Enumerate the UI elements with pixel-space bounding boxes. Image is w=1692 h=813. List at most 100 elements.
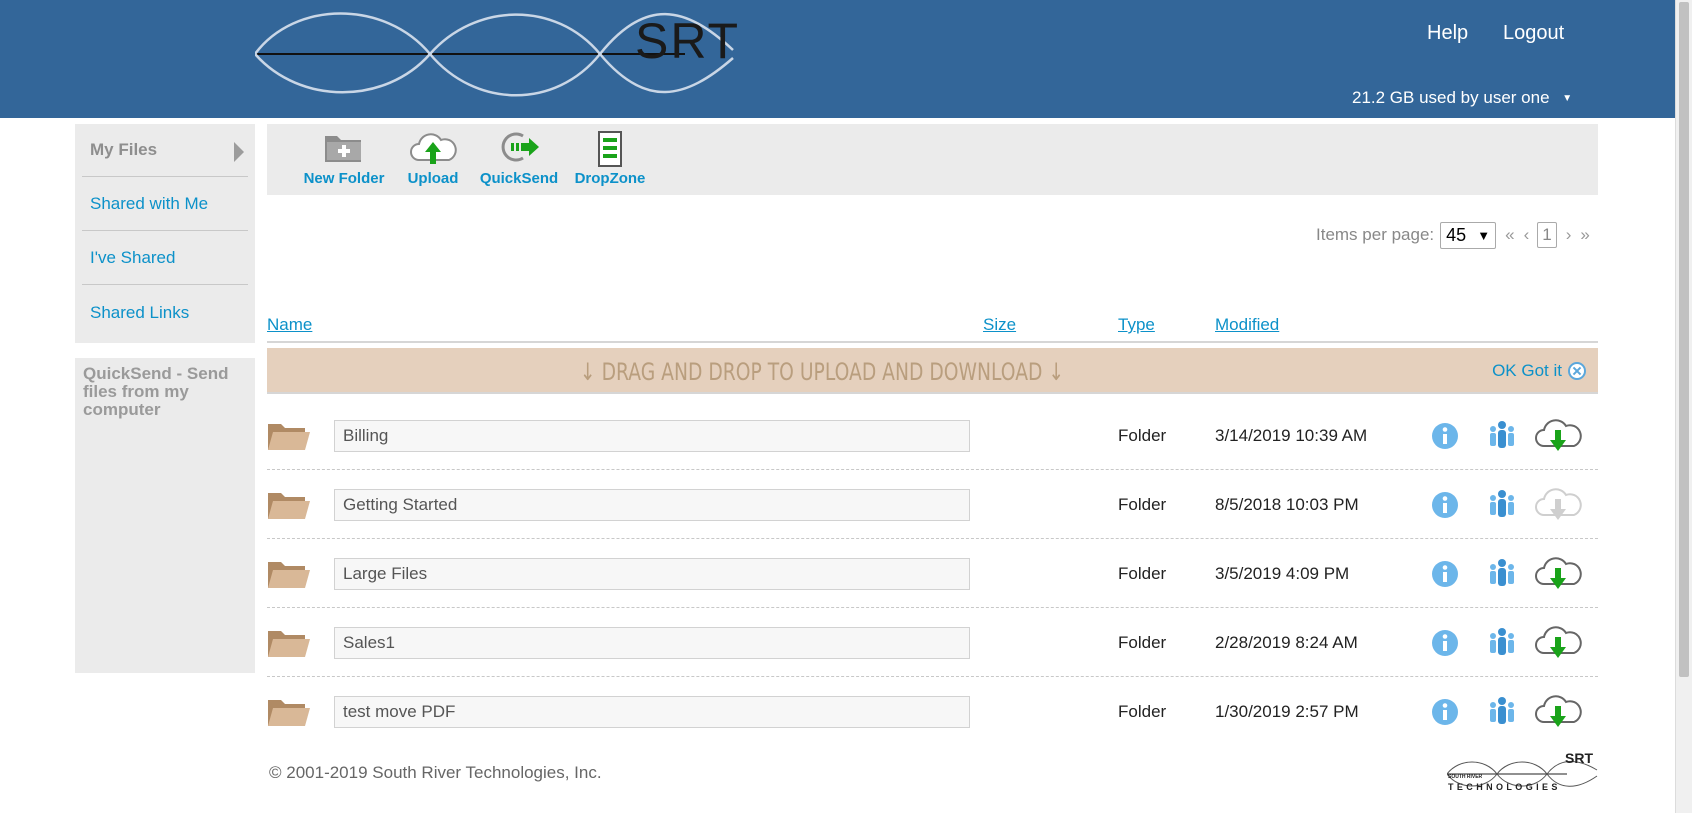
sidebar-item-shared-with-me[interactable]: Shared with Me	[82, 178, 248, 231]
sidebar-nav: My Files Shared with Me I've Shared Shar…	[75, 124, 255, 343]
quicksend-panel[interactable]: QuickSend - Send files from my computer	[75, 358, 255, 673]
cloud-download-icon[interactable]	[1534, 418, 1582, 454]
sort-by-type-link[interactable]: Type	[1118, 315, 1155, 335]
file-row[interactable]: Getting Started Folder 8/5/2018 10:03 PM	[267, 471, 1598, 539]
file-modified: 3/5/2019 4:09 PM	[1215, 564, 1350, 583]
items-per-page-select[interactable]: 45 ▼	[1440, 221, 1497, 249]
cloud-download-icon[interactable]	[1534, 556, 1582, 592]
app-header: SRT Help Logout 21.2 GB used by user one…	[0, 0, 1675, 118]
prev-page-button[interactable]: ‹	[1524, 225, 1530, 245]
footer-logo-srt: SRT	[1565, 750, 1593, 766]
drag-drop-banner: ↓ DRAG AND DROP TO UPLOAD AND DOWNLOAD ↓…	[267, 348, 1598, 394]
storage-used-text: 21.2 GB used by	[1352, 88, 1479, 107]
file-row[interactable]: Billing Folder 3/14/2019 10:39 AM	[267, 402, 1598, 470]
share-users-icon[interactable]	[1489, 558, 1515, 590]
caret-down-icon[interactable]: ▼	[1562, 93, 1572, 104]
first-page-button[interactable]: «	[1505, 225, 1514, 245]
drag-drop-banner-text: ↓ DRAG AND DROP TO UPLOAD AND DOWNLOAD ↓	[579, 358, 1065, 386]
cloud-download-disabled-icon	[1535, 488, 1582, 520]
triangle-right-icon	[234, 142, 244, 162]
help-link[interactable]: Help	[1427, 22, 1468, 45]
info-icon[interactable]	[1431, 491, 1459, 519]
share-users-icon[interactable]	[1489, 420, 1515, 452]
file-type: Folder	[1118, 633, 1167, 652]
scrollbar-thumb[interactable]	[1679, 2, 1689, 677]
pagination: Items per page: 45 ▼ « ‹ 1 › »	[1316, 220, 1590, 250]
cloud-download-icon[interactable]	[1534, 625, 1582, 661]
dismiss-banner-label: OK Got it	[1492, 361, 1562, 380]
sidebar-item-shared-links[interactable]: Shared Links	[82, 286, 248, 339]
sidebar-item-label: I've Shared	[90, 248, 176, 267]
file-toolbar: New Folder Upload QuickSend DropZone	[267, 124, 1598, 195]
next-page-button[interactable]: ›	[1566, 225, 1572, 245]
sidebar-item-my-files[interactable]: My Files	[82, 124, 248, 177]
file-type: Folder	[1118, 426, 1167, 445]
info-icon[interactable]	[1431, 560, 1459, 588]
quicksend-label: QuickSend	[479, 170, 559, 187]
share-users-icon[interactable]	[1489, 489, 1515, 521]
folder-icon[interactable]	[267, 627, 311, 659]
file-modified: 8/5/2018 10:03 PM	[1215, 495, 1359, 514]
dropzone-button[interactable]: DropZone	[573, 124, 647, 195]
file-row[interactable]: Large Files Folder 3/5/2019 4:09 PM	[267, 540, 1598, 608]
browser-viewport: SRT Help Logout 21.2 GB used by user one…	[0, 0, 1692, 813]
items-per-page-label: Items per page:	[1316, 225, 1435, 244]
upload-button[interactable]: Upload	[401, 124, 465, 195]
dropzone-icon	[598, 131, 622, 167]
dropzone-label: DropZone	[574, 170, 646, 187]
sidebar-item-label: Shared Links	[90, 302, 190, 322]
file-modified: 3/14/2019 10:39 AM	[1215, 426, 1368, 445]
info-icon[interactable]	[1431, 698, 1459, 726]
file-row[interactable]: test move PDF Folder 1/30/2019 2:57 PM	[267, 678, 1598, 746]
cloud-upload-icon	[410, 133, 457, 164]
file-name-field[interactable]: Getting Started	[334, 489, 970, 521]
folder-icon[interactable]	[267, 420, 311, 452]
current-page-indicator[interactable]: 1	[1537, 222, 1557, 248]
file-row[interactable]: Sales1 Folder 2/28/2019 8:24 AM	[267, 609, 1598, 677]
file-list-header: Name Size Type Modified	[267, 313, 1598, 343]
file-name-field[interactable]: Large Files	[334, 558, 970, 590]
file-modified: 2/28/2019 8:24 AM	[1215, 633, 1358, 652]
quicksend-panel-label: QuickSend - Send files from my computer	[83, 364, 229, 419]
logout-link[interactable]: Logout	[1503, 22, 1564, 45]
new-folder-icon	[325, 136, 361, 162]
quicksend-icon	[501, 132, 539, 162]
user-name[interactable]: user one	[1483, 88, 1549, 107]
info-icon[interactable]	[1431, 629, 1459, 657]
sort-by-modified-link[interactable]: Modified	[1215, 315, 1279, 335]
file-name-field[interactable]: test move PDF	[334, 696, 970, 728]
close-circle-icon	[1568, 362, 1586, 380]
new-folder-button[interactable]: New Folder	[303, 124, 385, 195]
last-page-button[interactable]: »	[1580, 225, 1589, 245]
storage-usage[interactable]: 21.2 GB used by user one ▼	[1352, 88, 1572, 108]
folder-icon[interactable]	[267, 489, 311, 521]
new-folder-label: New Folder	[303, 170, 385, 187]
sidebar-item-ive-shared[interactable]: I've Shared	[82, 232, 248, 285]
share-users-icon[interactable]	[1489, 696, 1515, 728]
share-users-icon[interactable]	[1489, 627, 1515, 659]
folder-icon[interactable]	[267, 696, 311, 728]
footer-logo-sub: SOUTH RIVER	[1448, 774, 1483, 780]
upload-label: Upload	[407, 170, 459, 187]
info-icon[interactable]	[1431, 422, 1459, 450]
vertical-scrollbar[interactable]	[1675, 0, 1692, 813]
srt-logo-text: SRT	[635, 13, 741, 69]
sidebar-item-label: Shared with Me	[90, 194, 209, 213]
file-type: Folder	[1118, 564, 1167, 583]
folder-icon[interactable]	[267, 558, 311, 590]
file-type: Folder	[1118, 702, 1167, 721]
dropdown-arrow-icon: ▼	[1477, 227, 1491, 243]
sidebar-item-label: My Files	[90, 140, 158, 159]
sort-by-size-link[interactable]: Size	[983, 315, 1016, 335]
file-name-field[interactable]: Sales1	[334, 627, 970, 659]
file-type: Folder	[1118, 495, 1167, 514]
dismiss-banner-button[interactable]: OK Got it	[1492, 361, 1586, 381]
items-per-page-value: 45	[1446, 224, 1467, 245]
cloud-download-icon[interactable]	[1534, 694, 1582, 730]
quicksend-button[interactable]: QuickSend	[479, 124, 559, 195]
file-name-field[interactable]: Billing	[334, 420, 970, 452]
footer-logo-tech: TECHNOLOGIES	[1448, 782, 1561, 792]
file-modified: 1/30/2019 2:57 PM	[1215, 702, 1359, 721]
sort-by-name-link[interactable]: Name	[267, 315, 312, 335]
copyright-text: © 2001-2019 South River Technologies, In…	[269, 763, 602, 782]
